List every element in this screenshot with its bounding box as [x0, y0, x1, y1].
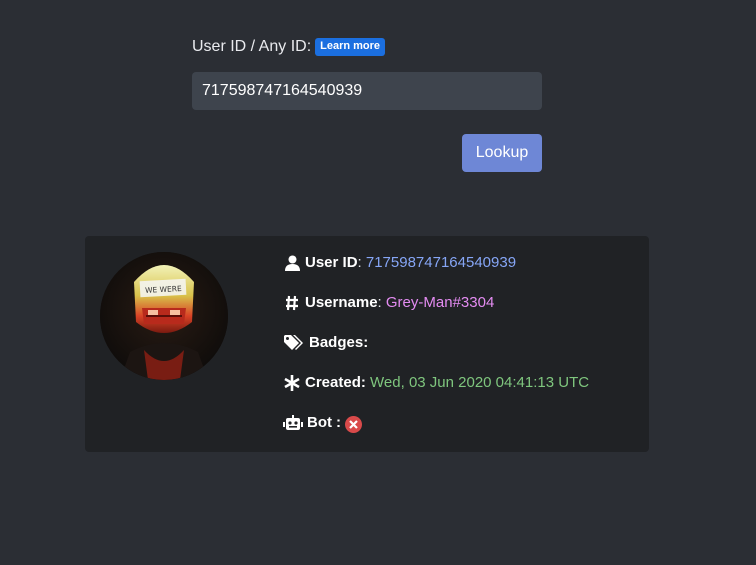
avatar-image: WE WERE	[100, 252, 228, 380]
badges-label: Badges	[309, 334, 364, 351]
user-icon	[283, 254, 301, 272]
badges-row: Badges:	[283, 334, 589, 374]
user-id-value: 717598747164540939	[365, 254, 517, 271]
x-circle-icon	[345, 416, 362, 433]
robot-icon	[283, 414, 303, 432]
user-id-row: User ID: 717598747164540939	[283, 254, 589, 294]
asterisk-icon	[283, 374, 301, 392]
bot-row: Bot:	[283, 414, 589, 454]
created-value: Wed, 03 Jun 2020 04:41:13 UTC	[370, 374, 590, 391]
id-field-label: User ID / Any ID:	[192, 38, 312, 55]
username-row: Username: Grey-Man#3304	[283, 294, 589, 334]
form-label-row: User ID / Any ID: Learn more	[192, 38, 386, 56]
tags-icon	[283, 334, 305, 352]
result-card: WE WERE User ID: 717598747164540939 User…	[85, 236, 649, 452]
avatar: WE WERE	[100, 252, 228, 380]
learn-more-link[interactable]: Learn more	[315, 38, 386, 56]
bot-label: Bot	[307, 414, 332, 431]
created-label: Created	[305, 374, 361, 391]
user-id-label: User ID	[305, 254, 358, 271]
username-label: Username	[305, 294, 378, 311]
created-row: Created: Wed, 03 Jun 2020 04:41:13 UTC	[283, 374, 589, 414]
lookup-button[interactable]: Lookup	[462, 134, 542, 172]
page: User ID / Any ID: Learn more Lookup	[0, 0, 756, 565]
id-input[interactable]	[192, 72, 542, 110]
hashtag-icon	[283, 294, 301, 312]
user-info: User ID: 717598747164540939 Username: Gr…	[283, 254, 589, 454]
username-value: Grey-Man#3304	[385, 294, 495, 311]
